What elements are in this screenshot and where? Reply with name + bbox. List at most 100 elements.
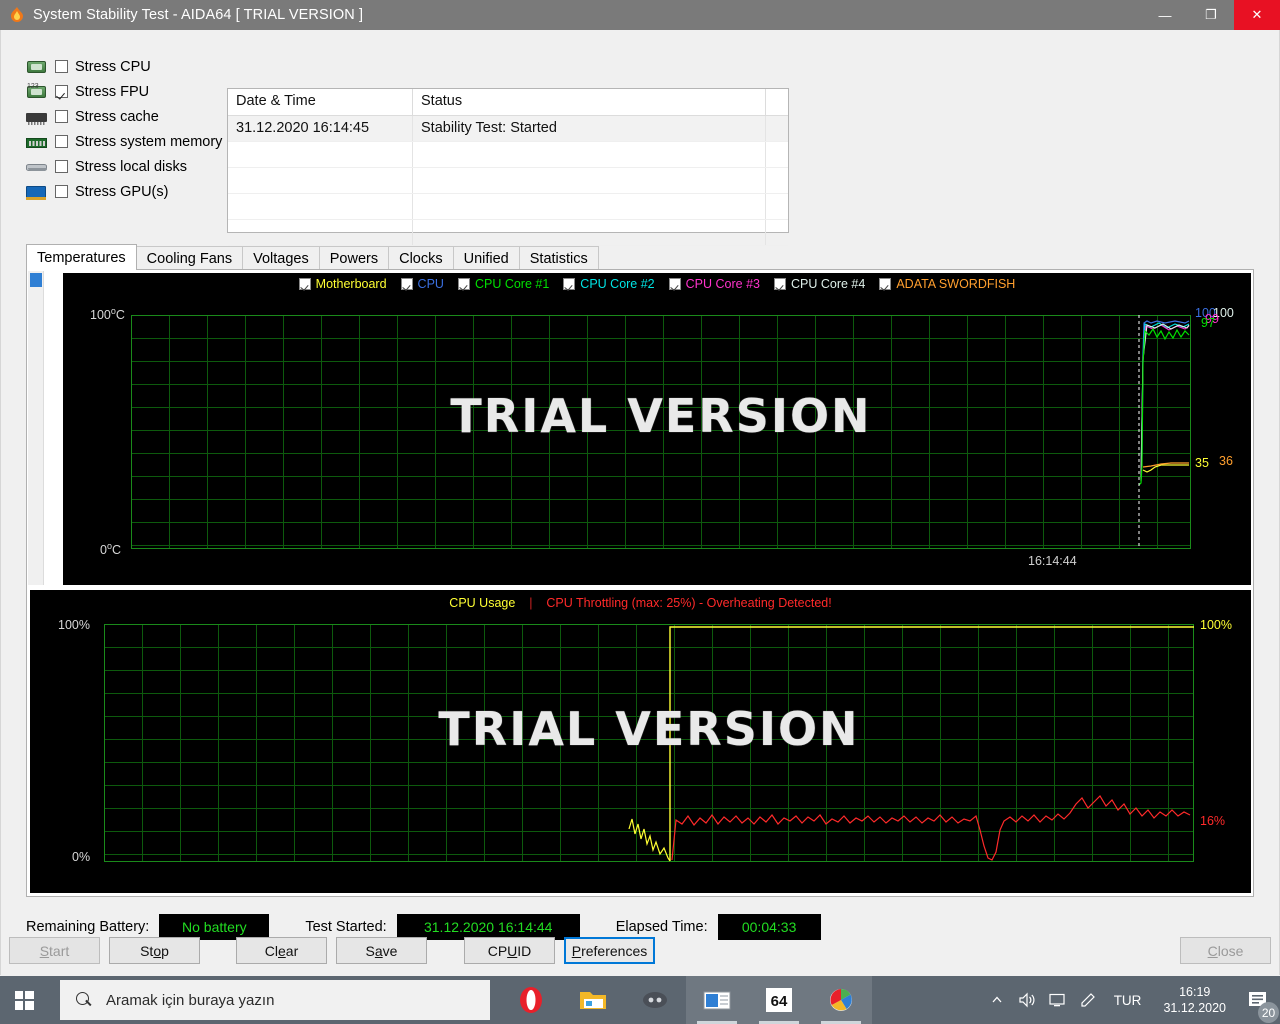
log-cell-datetime: 31.12.2020 16:14:45 [228, 116, 413, 141]
cpu-watermark: TRIAL VERSION [438, 702, 860, 756]
save-button[interactable]: Sa ve [336, 937, 427, 964]
legend-item-adata-swordfish[interactable]: ADATA SWORDFISH [879, 277, 1015, 291]
log-cell-extra [766, 168, 788, 193]
taskbar-app-file-explorer[interactable] [562, 976, 624, 1024]
tab-cooling-fans[interactable]: Cooling Fans [135, 246, 244, 270]
stress-cache-checkbox[interactable] [55, 110, 68, 123]
log-cell-extra [766, 142, 788, 167]
stress-option-memory[interactable]: Stress system memory [25, 129, 230, 154]
clock[interactable]: 16:19 31.12.2020 [1153, 984, 1236, 1016]
taskbar-app-opera[interactable] [500, 976, 562, 1024]
minimize-button[interactable]: — [1142, 0, 1188, 30]
pen-icon[interactable] [1072, 976, 1102, 1024]
tab-unified[interactable]: Unified [452, 246, 520, 270]
log-cell-status: Stability Test: Started [413, 116, 766, 141]
taskbar-app-discord[interactable] [624, 976, 686, 1024]
gpu-card-icon [25, 183, 49, 201]
temperature-chart[interactable]: Motherboard CPU CPU Core #1 CPU Core #2 [63, 273, 1251, 585]
log-column-status[interactable]: Status [413, 89, 766, 115]
legend-item-cpu-core-2[interactable]: CPU Core #2 [563, 277, 655, 291]
table-row[interactable] [228, 168, 788, 194]
stress-fpu-checkbox[interactable] [55, 85, 68, 98]
stress-option-cpu[interactable]: Stress CPU [25, 54, 230, 79]
title-bar: System Stability Test - AIDA64 [ TRIAL V… [0, 0, 1280, 30]
tab-statistics[interactable]: Statistics [518, 246, 599, 270]
legend-checkbox[interactable] [879, 278, 892, 290]
legend-checkbox[interactable] [668, 278, 681, 290]
close-window-button[interactable]: ✕ [1234, 0, 1280, 30]
cpuid-button[interactable]: CP U ID [464, 937, 555, 964]
cpu-throttling-warning: CPU Throttling (max: 25%) - Overheating … [546, 596, 832, 610]
language-indicator[interactable]: TUR [1102, 993, 1154, 1008]
stop-button[interactable]: St o p [109, 937, 200, 964]
fpu-chip-icon: 123 [25, 83, 49, 101]
stress-cpu-checkbox[interactable] [55, 60, 68, 73]
clear-button[interactable]: Cl e ar [236, 937, 327, 964]
tab-temperatures[interactable]: Temperatures [26, 244, 137, 270]
graph-scrollbar-thumb[interactable] [30, 273, 42, 287]
taskbar-app-mail[interactable] [686, 976, 748, 1024]
temp-y-axis-top: 100oC [90, 306, 125, 323]
log-cell-status [413, 168, 766, 193]
legend-item-cpu[interactable]: CPU [400, 277, 444, 291]
stress-option-fpu[interactable]: 123 Stress FPU [25, 79, 230, 104]
legend-checkbox[interactable] [457, 278, 470, 290]
search-input[interactable]: Aramak için buraya yazın [60, 980, 490, 1020]
legend-checkbox[interactable] [563, 278, 576, 290]
maximize-icon: ❐ [1205, 7, 1217, 22]
action-center-button[interactable]: 20 [1236, 976, 1280, 1024]
legend-item-cpu-core-1[interactable]: CPU Core #1 [457, 277, 550, 291]
tab-label: Clocks [399, 250, 443, 267]
stress-memory-checkbox[interactable] [55, 135, 68, 148]
file-explorer-icon [580, 992, 606, 1009]
legend-item-cpu-core-3[interactable]: CPU Core #3 [668, 277, 760, 291]
stress-disks-checkbox[interactable] [55, 160, 68, 173]
legend-item-motherboard[interactable]: Motherboard [298, 277, 387, 291]
graph-scrollbar[interactable] [28, 271, 44, 585]
legend-label: CPU Core #1 [474, 277, 550, 291]
monitor-icon[interactable] [1042, 976, 1072, 1024]
table-row[interactable] [228, 220, 788, 246]
taskbar-app-media-player[interactable] [810, 976, 872, 1024]
stress-gpu-checkbox[interactable] [55, 185, 68, 198]
stress-option-gpu[interactable]: Stress GPU(s) [25, 179, 230, 204]
notification-count: 20 [1258, 1002, 1279, 1023]
temp-value-core1: 97 [1201, 316, 1215, 330]
client-area: Stress CPU 123 Stress FPU Stress cache S… [0, 30, 1280, 975]
log-column-extra[interactable] [766, 89, 788, 115]
cpu-header-separator: | [529, 596, 533, 610]
tab-clocks[interactable]: Clocks [388, 246, 454, 270]
close-button[interactable]: Close [1180, 937, 1271, 964]
legend-checkbox[interactable] [773, 278, 786, 290]
stress-option-disks[interactable]: Stress local disks [25, 154, 230, 179]
start-button-taskbar[interactable] [0, 976, 48, 1024]
event-log-grid[interactable]: Date & Time Status 31.12.2020 16:14:45 S… [227, 88, 789, 246]
taskbar-app-aida64[interactable]: 64 [748, 976, 810, 1024]
speaker-icon[interactable] [1012, 976, 1042, 1024]
stress-cache-label: Stress cache [75, 108, 159, 125]
preferences-button[interactable]: Preferences [564, 937, 655, 964]
mail-icon [703, 991, 731, 1010]
table-row[interactable] [228, 194, 788, 220]
log-cell-extra [766, 220, 788, 245]
legend-checkbox[interactable] [400, 278, 413, 290]
legend-item-cpu-core-4[interactable]: CPU Core #4 [773, 277, 866, 291]
cpu-plot-area[interactable]: TRIAL VERSION [104, 624, 1194, 862]
table-row[interactable]: 31.12.2020 16:14:45 Stability Test: Star… [228, 116, 788, 142]
tab-powers[interactable]: Powers [318, 246, 390, 270]
close-icon: ✕ [1251, 7, 1263, 22]
temp-plot-area[interactable]: TRIAL VERSION [131, 315, 1191, 549]
legend-checkbox[interactable] [298, 278, 311, 290]
log-cell-extra [766, 116, 788, 141]
cpu-usage-chart[interactable]: CPU Usage | CPU Throttling (max: 25%) - … [30, 590, 1251, 893]
maximize-button[interactable]: ❐ [1188, 0, 1234, 30]
stress-option-cache[interactable]: Stress cache [25, 104, 230, 129]
log-column-datetime[interactable]: Date & Time [228, 89, 413, 115]
tab-voltages[interactable]: Voltages [242, 246, 320, 270]
start-button[interactable]: Start [9, 937, 100, 964]
table-row[interactable] [228, 142, 788, 168]
log-cell-extra [766, 194, 788, 219]
tab-label: Temperatures [37, 249, 126, 266]
chevron-up-icon[interactable] [982, 976, 1012, 1024]
legend-label: CPU Core #4 [790, 277, 866, 291]
